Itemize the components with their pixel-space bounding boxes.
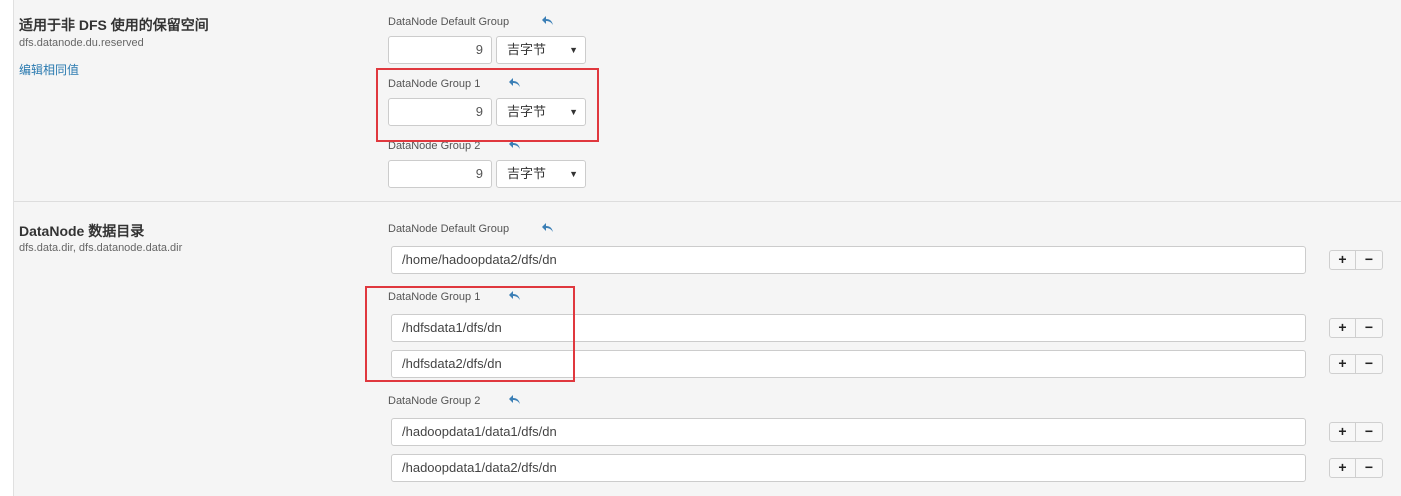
reserved-space-section: [14, 0, 1401, 201]
reserved-default-undo-icon[interactable]: [541, 15, 555, 27]
datadir-group2-path-input-2[interactable]: /hadoopdata1/data2/dfs/dn: [391, 454, 1306, 482]
add-path-button[interactable]: +: [1329, 250, 1356, 270]
datadir-default-row-buttons: + −: [1329, 250, 1384, 270]
reserved-space-property-name: dfs.datanode.du.reserved: [19, 37, 144, 49]
reserved-default-group-label: DataNode Default Group: [388, 16, 510, 28]
reserved-default-value-input[interactable]: 9: [388, 36, 492, 64]
remove-path-button[interactable]: −: [1356, 250, 1383, 270]
remove-path-button[interactable]: −: [1356, 318, 1383, 338]
data-dir-title: DataNode 数据目录: [19, 223, 145, 239]
remove-path-button[interactable]: −: [1356, 422, 1383, 442]
chevron-down-icon: ▼: [569, 45, 578, 55]
add-path-button[interactable]: +: [1329, 422, 1356, 442]
remove-path-button[interactable]: −: [1356, 354, 1383, 374]
annotation-highlight-reserved-group1: [376, 68, 599, 142]
datadir-default-group-label: DataNode Default Group: [388, 223, 510, 235]
datadir-group2-path-input-1[interactable]: /hadoopdata1/data1/dfs/dn: [391, 418, 1306, 446]
edit-same-value-link[interactable]: 编辑相同值: [19, 61, 79, 78]
reserved-space-title: 适用于非 DFS 使用的保留空间: [19, 17, 209, 33]
add-path-button[interactable]: +: [1329, 458, 1356, 478]
reserved-group2-value-input[interactable]: 9: [388, 160, 492, 188]
add-path-button[interactable]: +: [1329, 354, 1356, 374]
datadir-group1-row2-buttons: + −: [1329, 354, 1384, 374]
remove-path-button[interactable]: −: [1356, 458, 1383, 478]
datadir-default-undo-icon[interactable]: [541, 222, 555, 234]
datadir-group2-row1-buttons: + −: [1329, 422, 1384, 442]
datadir-default-path-input[interactable]: /home/hadoopdata2/dfs/dn: [391, 246, 1306, 274]
chevron-down-icon: ▼: [569, 169, 578, 179]
datadir-group2-row2-buttons: + −: [1329, 458, 1384, 478]
data-dir-property-name: dfs.data.dir, dfs.datanode.data.dir: [19, 242, 183, 254]
datadir-group2-undo-icon[interactable]: [508, 394, 522, 406]
reserved-default-unit-select[interactable]: 吉字节 ▼: [496, 36, 586, 64]
datadir-group2-label: DataNode Group 2: [388, 395, 481, 407]
reserved-group2-unit-select[interactable]: 吉字节 ▼: [496, 160, 586, 188]
annotation-highlight-datadir-group1: [365, 286, 575, 382]
unit-select-label: 吉字节: [507, 42, 547, 57]
unit-select-label: 吉字节: [507, 166, 547, 181]
add-path-button[interactable]: +: [1329, 318, 1356, 338]
datadir-group1-row1-buttons: + −: [1329, 318, 1384, 338]
